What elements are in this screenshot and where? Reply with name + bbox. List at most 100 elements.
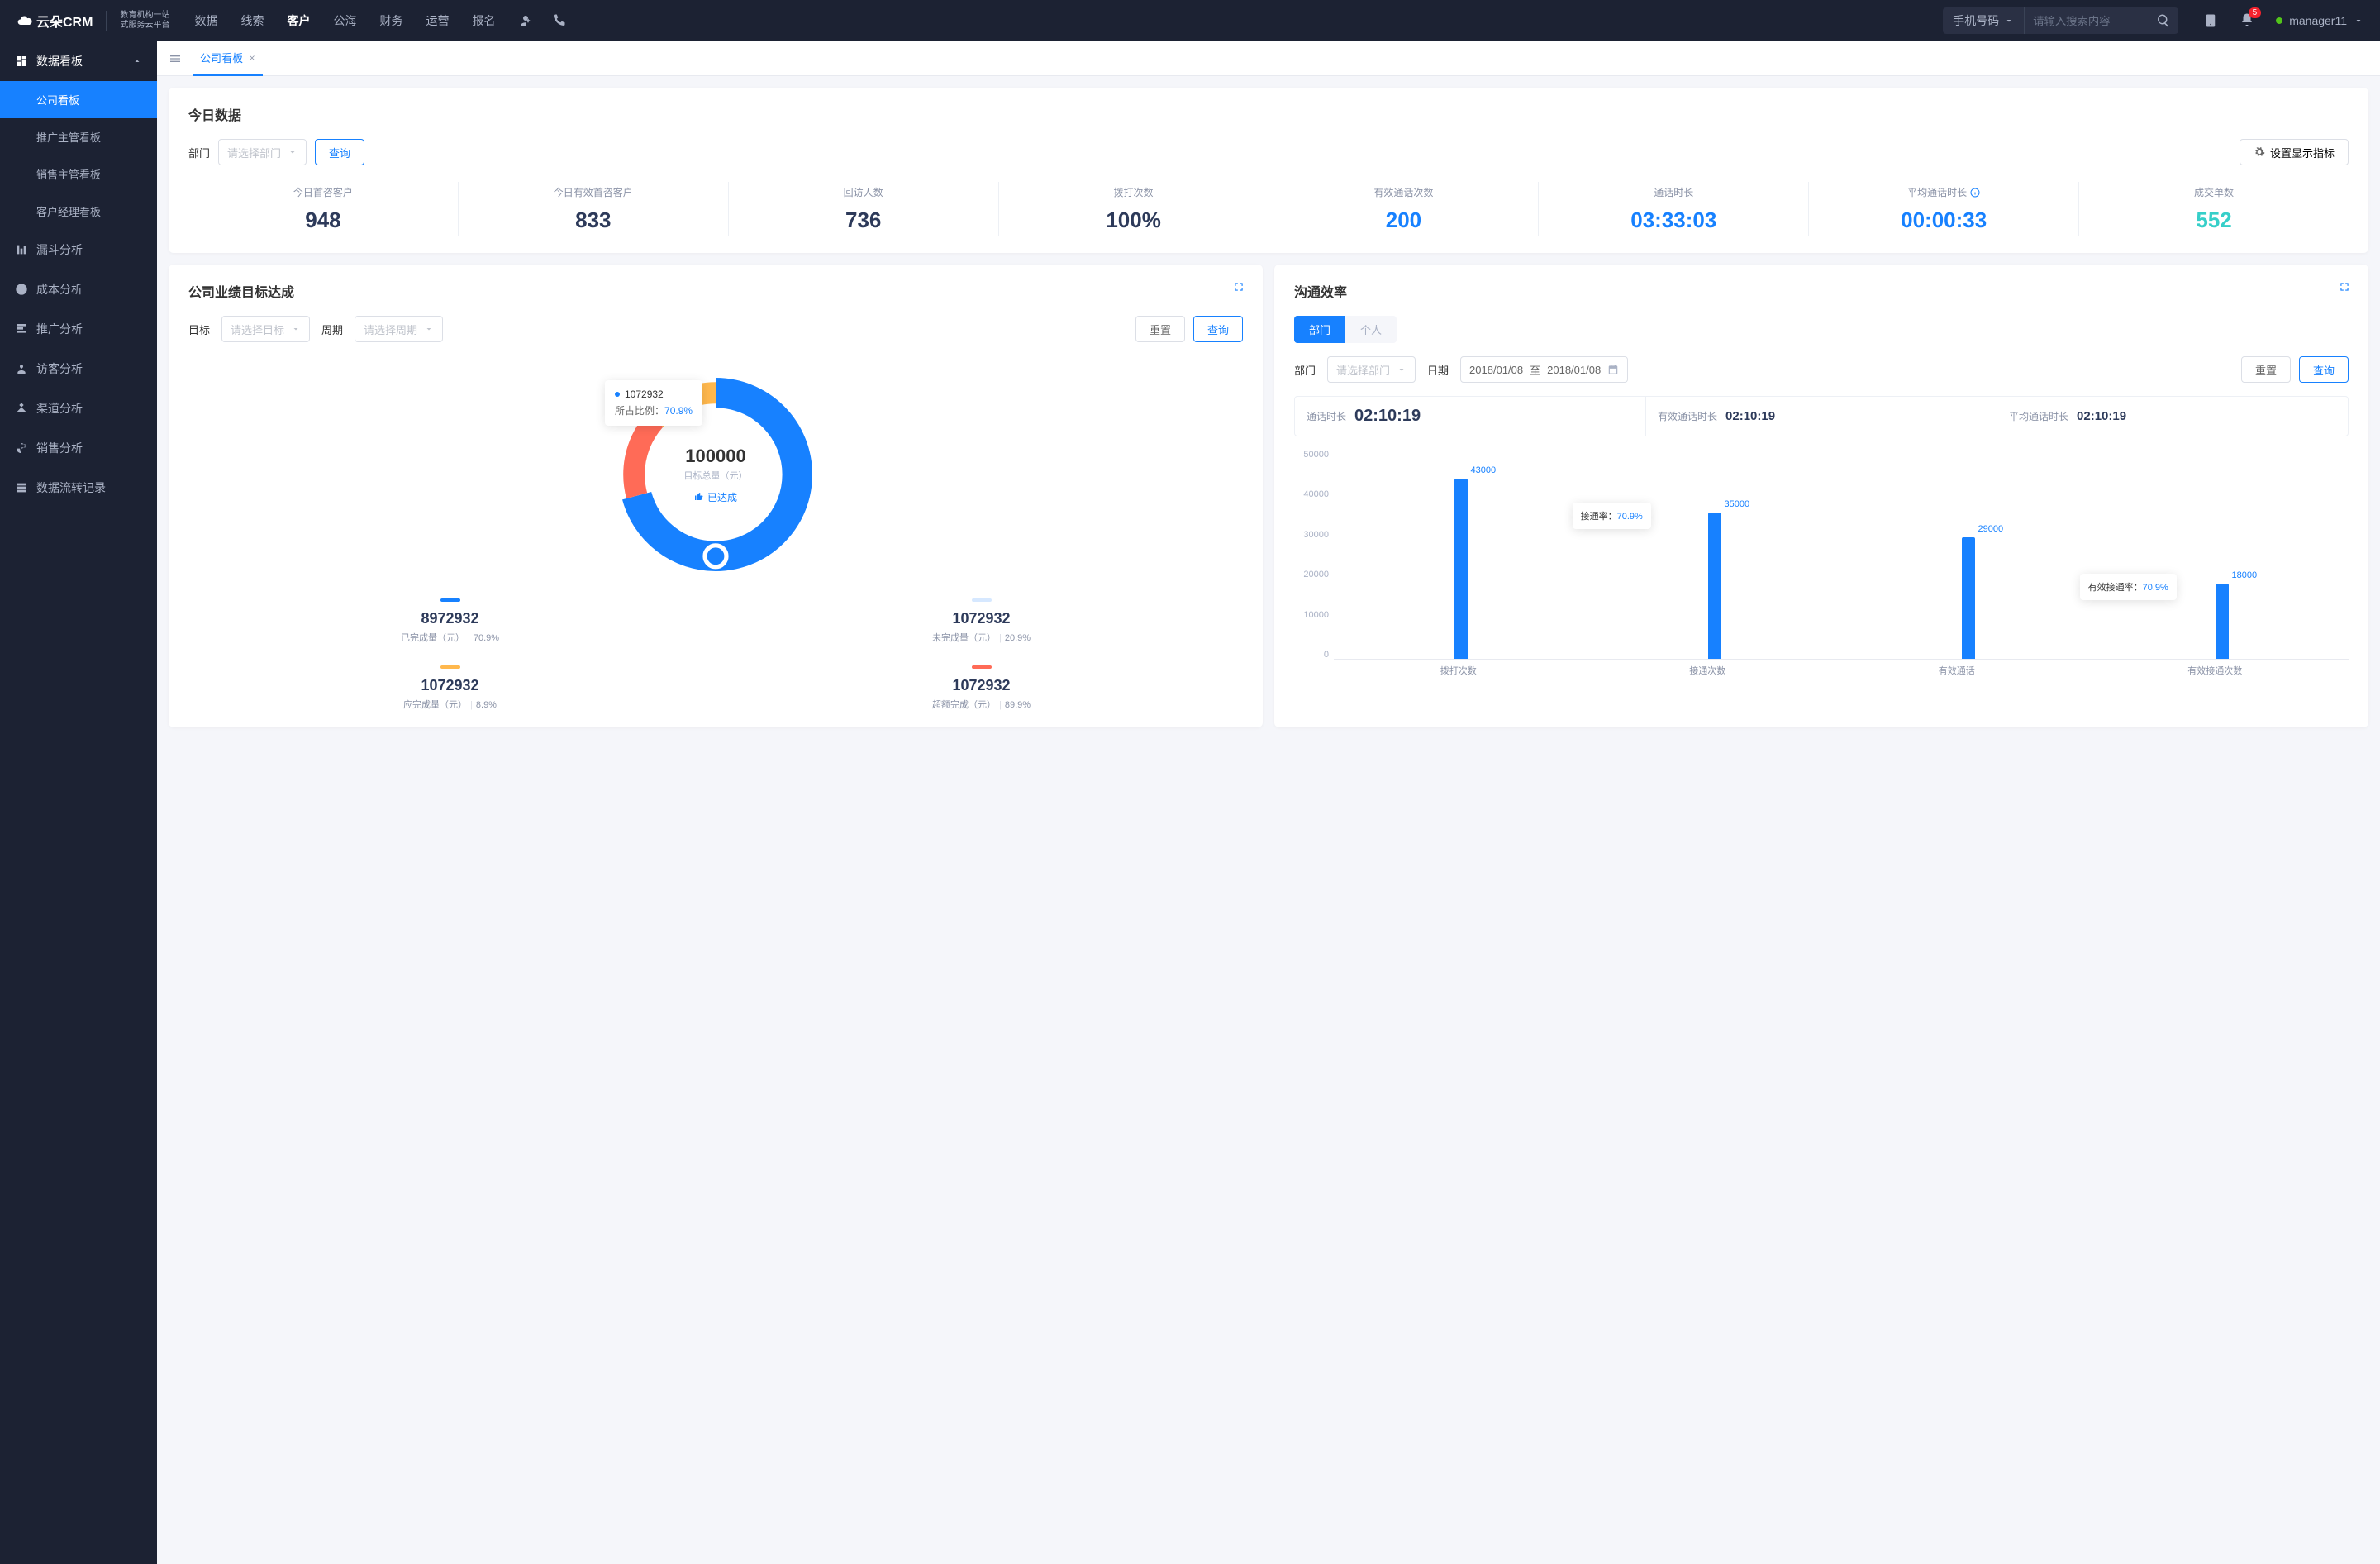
kpi-settings-button[interactable]: 设置显示指标 bbox=[2240, 139, 2349, 165]
sidebar-icon bbox=[15, 243, 28, 256]
kpi-cell: 拨打次数100% bbox=[999, 182, 1269, 236]
add-user-icon[interactable] bbox=[518, 13, 533, 28]
kpi-cell: 通话时长03:33:03 bbox=[1539, 182, 1809, 236]
nav-item-0[interactable]: 数据 bbox=[194, 12, 217, 29]
legend-value: 1072932 bbox=[188, 677, 712, 694]
seg-person[interactable]: 个人 bbox=[1345, 316, 1397, 343]
y-tick: 40000 bbox=[1294, 489, 1329, 499]
nav-item-5[interactable]: 运营 bbox=[426, 12, 449, 29]
cloud-icon bbox=[17, 12, 33, 29]
sidebar-item-1[interactable]: 成本分析 bbox=[0, 269, 157, 309]
stat-cell: 有效通话时长02:10:19 bbox=[1646, 397, 1997, 436]
sidebar-item-3[interactable]: 访客分析 bbox=[0, 349, 157, 389]
comm-reset-button[interactable]: 重置 bbox=[2241, 356, 2291, 383]
goal-reset-button[interactable]: 重置 bbox=[1135, 316, 1185, 342]
user-menu[interactable]: manager11 bbox=[2276, 14, 2363, 27]
comm-query-button[interactable]: 查询 bbox=[2299, 356, 2349, 383]
donut-chart: 100000 目标总量（元） 已达成 1072932 所占比例：70.9% bbox=[608, 367, 823, 582]
y-tick: 0 bbox=[1294, 650, 1329, 660]
goal-query-button[interactable]: 查询 bbox=[1193, 316, 1243, 342]
nav-item-2[interactable]: 客户 bbox=[287, 12, 310, 29]
chart-tooltip: 有效接通率：70.9% bbox=[2080, 574, 2177, 600]
goal-title: 公司业绩目标达成 bbox=[188, 281, 1243, 301]
chart-tooltip: 接通率：70.9% bbox=[1573, 503, 1651, 529]
kpi-label: 今日首咨客户 bbox=[193, 185, 453, 199]
sidebar-item-4[interactable]: 渠道分析 bbox=[0, 389, 157, 428]
kpi-value: 03:33:03 bbox=[1544, 207, 1803, 233]
donut-center-value: 100000 bbox=[685, 446, 745, 467]
kpi-value: 552 bbox=[2084, 207, 2344, 233]
gear-icon bbox=[2254, 146, 2265, 158]
bar-column: 35000 bbox=[1708, 450, 1721, 659]
bar: 35000 bbox=[1708, 513, 1721, 659]
comm-dept-label: 部门 bbox=[1294, 362, 1316, 378]
dept-select[interactable]: 请选择部门 bbox=[218, 139, 307, 165]
expand-icon[interactable] bbox=[1233, 281, 1245, 293]
bar-column: 43000 bbox=[1454, 450, 1468, 659]
sidebar-item-label: 访客分析 bbox=[36, 360, 83, 377]
target-select[interactable]: 请选择目标 bbox=[221, 316, 310, 342]
sidebar-sub-2[interactable]: 销售主管看板 bbox=[0, 155, 157, 193]
notification-bell[interactable]: 5 bbox=[2240, 12, 2254, 30]
brand-sub: 教育机构一站 式服务云平台 bbox=[120, 11, 169, 31]
nav-item-3[interactable]: 公海 bbox=[333, 12, 356, 29]
today-query-button[interactable]: 查询 bbox=[315, 139, 364, 165]
sidebar-sub-3[interactable]: 客户经理看板 bbox=[0, 193, 157, 230]
donut-status: 已达成 bbox=[694, 490, 737, 504]
kpi-value: 100% bbox=[1004, 207, 1264, 233]
bar-column: 18000 bbox=[2216, 450, 2229, 659]
sidebar-sub-1[interactable]: 推广主管看板 bbox=[0, 118, 157, 155]
mobile-icon[interactable] bbox=[2203, 13, 2218, 28]
sidebar-item-label: 销售分析 bbox=[36, 440, 83, 456]
sidebar-group-dashboard[interactable]: 数据看板 bbox=[0, 41, 157, 81]
status-dot-icon bbox=[2276, 17, 2282, 24]
seg-dept[interactable]: 部门 bbox=[1294, 316, 1345, 343]
y-tick: 20000 bbox=[1294, 570, 1329, 579]
search-input[interactable] bbox=[2025, 7, 2149, 34]
sidebar-sub-0[interactable]: 公司看板 bbox=[0, 81, 157, 118]
kpi-cell: 成交单数 552 bbox=[2079, 182, 2349, 236]
sidebar-icon bbox=[15, 441, 28, 455]
chevron-down-icon bbox=[2354, 16, 2363, 26]
sidebar-item-2[interactable]: 推广分析 bbox=[0, 309, 157, 349]
search-button[interactable] bbox=[2149, 7, 2178, 34]
user-name: manager11 bbox=[2289, 14, 2347, 27]
x-tick: 接通次数 bbox=[1689, 664, 1726, 677]
legend-value: 1072932 bbox=[720, 610, 1243, 627]
sidebar-item-5[interactable]: 销售分析 bbox=[0, 428, 157, 468]
legend-value: 1072932 bbox=[720, 677, 1243, 694]
expand-icon[interactable] bbox=[2339, 281, 2350, 293]
bar-value-label: 43000 bbox=[1471, 465, 1497, 475]
info-icon bbox=[1970, 188, 1980, 198]
nav-item-4[interactable]: 财务 bbox=[379, 12, 402, 29]
hamburger-icon[interactable] bbox=[169, 52, 182, 65]
comm-title: 沟通效率 bbox=[1294, 281, 2349, 301]
stat-label: 平均通话时长 bbox=[2009, 409, 2068, 423]
today-card: 今日数据 部门 请选择部门 查询 设置显示指标 bbox=[169, 88, 2368, 253]
thumbs-up-icon bbox=[694, 492, 704, 502]
sidebar-item-6[interactable]: 数据流转记录 bbox=[0, 468, 157, 508]
tab-label: 公司看板 bbox=[200, 50, 243, 65]
legend-label: 已完成量（元）|70.9% bbox=[188, 631, 712, 644]
nav-item-1[interactable]: 线索 bbox=[240, 12, 264, 29]
date-range-picker[interactable]: 2018/01/08 至 2018/01/08 bbox=[1460, 356, 1628, 383]
sidebar-item-0[interactable]: 漏斗分析 bbox=[0, 230, 157, 269]
stat-label: 有效通话时长 bbox=[1658, 409, 1717, 423]
close-icon[interactable] bbox=[248, 54, 256, 62]
goal-card: 公司业绩目标达成 目标 请选择目标 周期 请选择周期 bbox=[169, 265, 1263, 727]
logo-mark: 云朵CRM bbox=[17, 11, 93, 31]
nav-item-6[interactable]: 报名 bbox=[472, 12, 495, 29]
bar-value-label: 18000 bbox=[2232, 570, 2258, 580]
comm-dept-select[interactable]: 请选择部门 bbox=[1327, 356, 1416, 383]
logo: 云朵CRM 教育机构一站 式服务云平台 bbox=[17, 11, 169, 31]
period-select[interactable]: 请选择周期 bbox=[355, 316, 443, 342]
phone-icon[interactable] bbox=[551, 13, 566, 28]
legend-item: 1072932超额完成（元）|89.9% bbox=[720, 665, 1243, 711]
donut-center-sub: 目标总量（元） bbox=[684, 469, 748, 482]
kpi-label: 成交单数 bbox=[2084, 185, 2344, 199]
kpi-label: 平均通话时长 bbox=[1814, 185, 2073, 199]
search-type-select[interactable]: 手机号码 bbox=[1943, 7, 2025, 34]
kpi-value: 736 bbox=[734, 207, 993, 233]
legend-item: 1072932应完成量（元）|8.9% bbox=[188, 665, 712, 711]
tab-company-board[interactable]: 公司看板 bbox=[193, 41, 263, 76]
